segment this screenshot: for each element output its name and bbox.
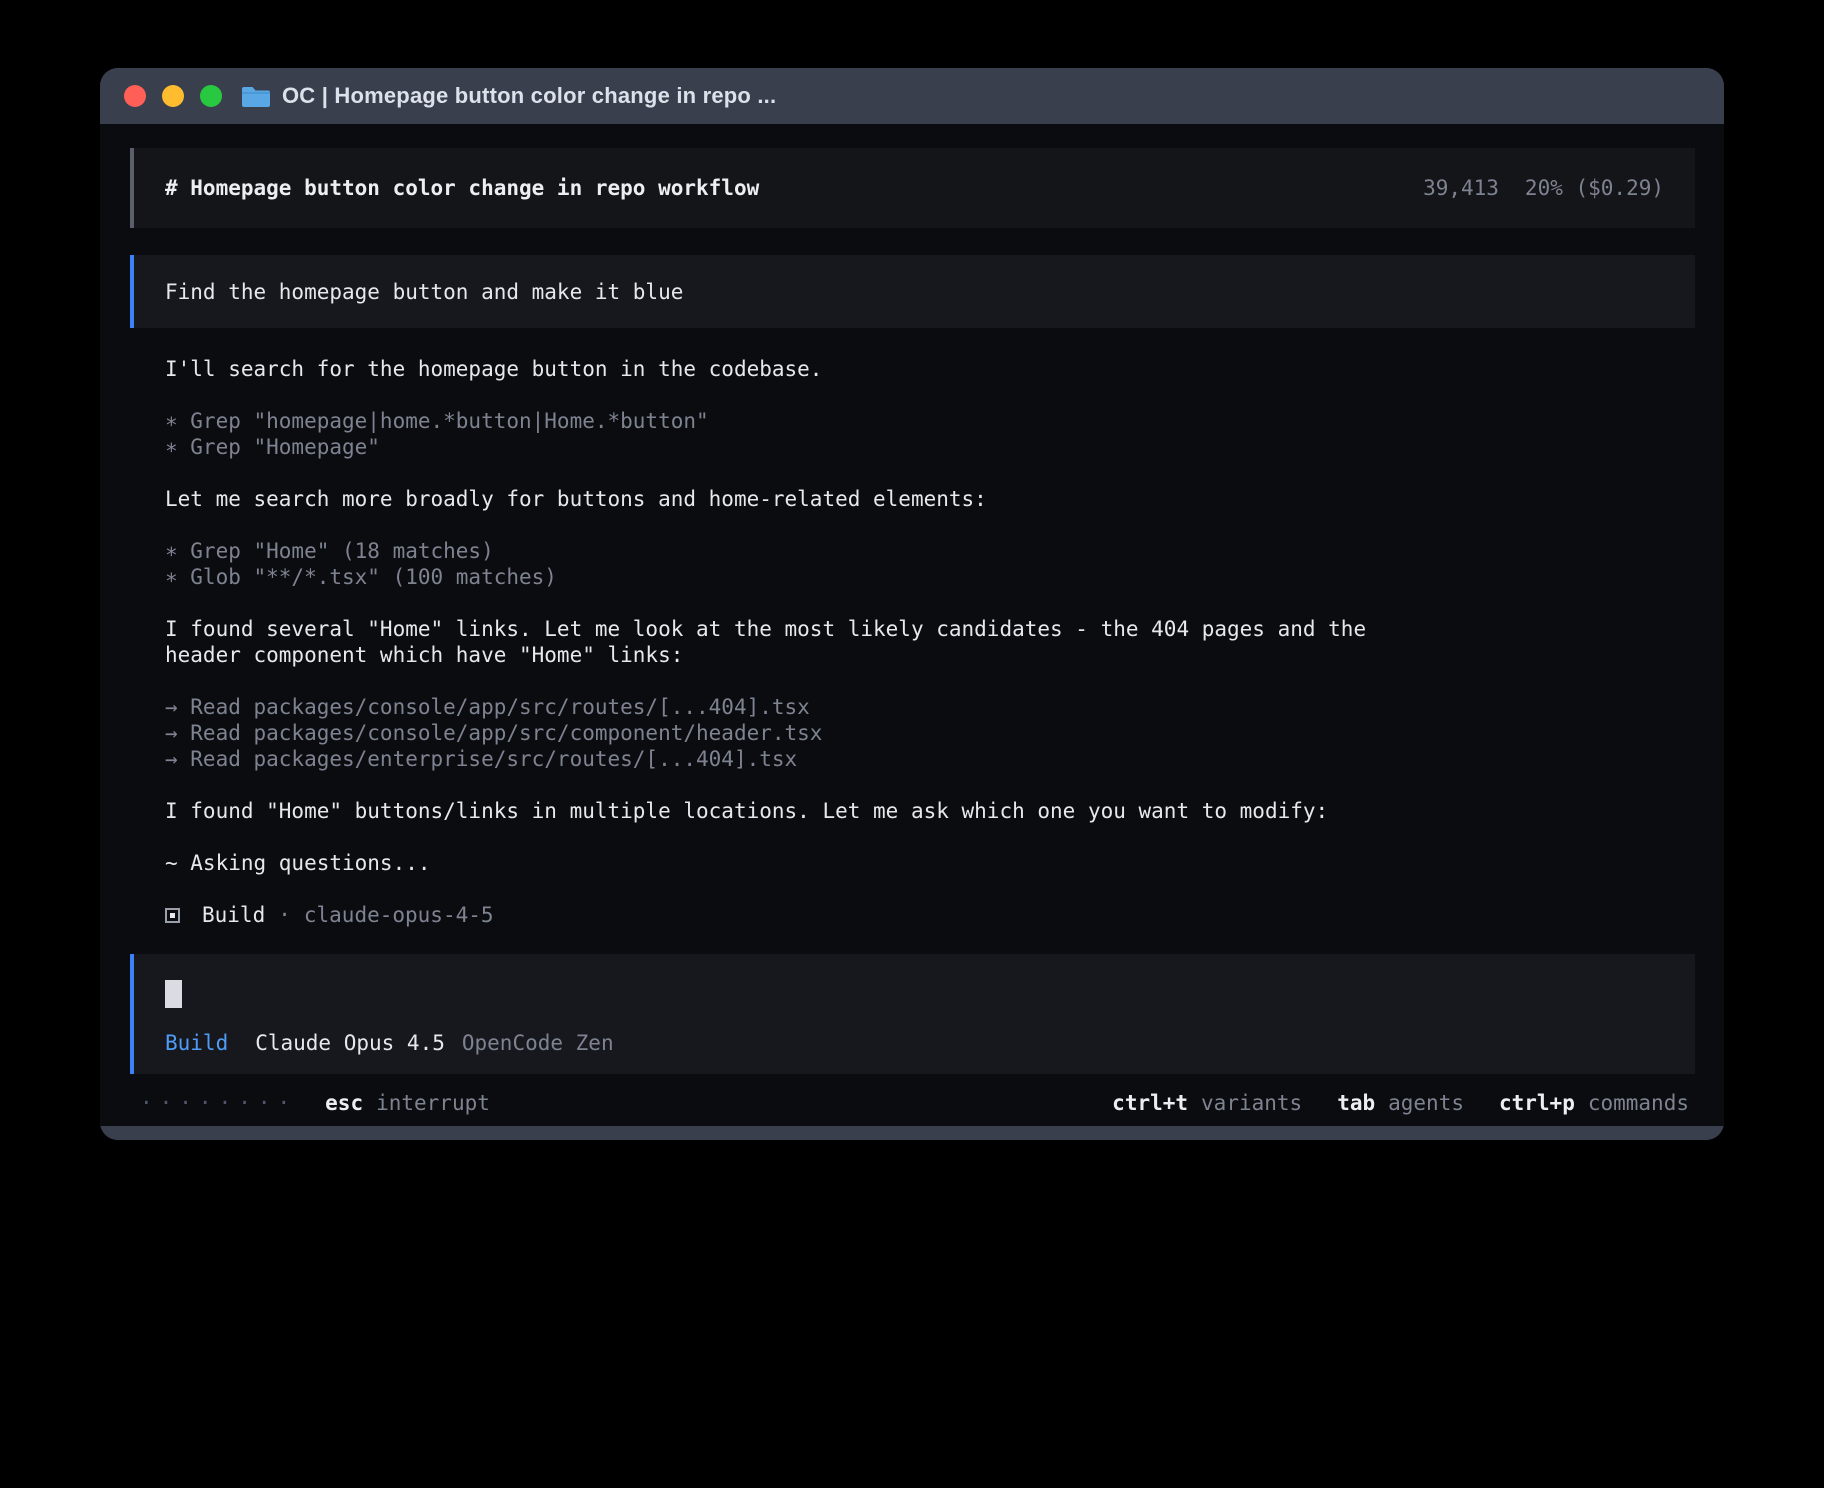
assistant-transcript: I'll search for the homepage button in t…	[165, 356, 1695, 928]
input-mode: Build	[165, 1031, 228, 1055]
terminal-content: # Homepage button color change in repo w…	[100, 124, 1724, 1126]
tool-call-read: → Read packages/console/app/src/componen…	[165, 720, 1695, 746]
minimize-button[interactable]	[162, 85, 184, 107]
tool-call-glob: ∗ Glob "**/*.tsx" (100 matches)	[165, 564, 1695, 590]
close-button[interactable]	[124, 85, 146, 107]
assistant-text: I found several "Home" links. Let me loo…	[165, 616, 1695, 668]
terminal-window: OC | Homepage button color change in rep…	[100, 68, 1724, 1140]
context-usage: 20% ($0.29)	[1525, 176, 1664, 200]
tool-call-read: → Read packages/enterprise/src/routes/[.…	[165, 746, 1695, 772]
tool-call-group: → Read packages/console/app/src/routes/[…	[165, 694, 1695, 772]
token-count: 39,413	[1423, 176, 1499, 200]
user-message-text: Find the homepage button and make it blu…	[165, 280, 683, 304]
user-message: Find the homepage button and make it blu…	[130, 255, 1695, 328]
assistant-text: I'll search for the homepage button in t…	[165, 356, 1695, 382]
progress-dots: ········	[140, 1091, 297, 1115]
maximize-button[interactable]	[200, 85, 222, 107]
prompt-input[interactable]: Build Claude Opus 4.5 OpenCode Zen	[130, 954, 1695, 1074]
shortcut-variants: ctrl+t variants	[1112, 1091, 1302, 1115]
agent-name: Build	[202, 902, 265, 928]
agent-badge: Build · claude-opus-4-5	[165, 902, 1695, 928]
status-bar: ········ esc interrupt ctrl+t variants t…	[140, 1091, 1689, 1115]
tool-call-grep: ∗ Grep "homepage|home.*button|Home.*butt…	[165, 408, 1695, 434]
esc-key-hint: esc	[325, 1091, 363, 1115]
assistant-status: ~ Asking questions...	[165, 850, 1695, 876]
agent-model: claude-opus-4-5	[304, 902, 494, 928]
window-title: OC | Homepage button color change in rep…	[282, 83, 776, 109]
text-cursor	[165, 980, 182, 1008]
input-meta: Build Claude Opus 4.5 OpenCode Zen	[165, 1031, 1664, 1055]
session-stats: 39,413 20% ($0.29)	[1423, 176, 1664, 200]
assistant-text: I found "Home" buttons/links in multiple…	[165, 798, 1695, 824]
input-provider: OpenCode Zen	[462, 1031, 614, 1055]
session-title: # Homepage button color change in repo w…	[165, 176, 759, 200]
input-model: Claude Opus 4.5	[255, 1031, 445, 1055]
window-bottom-edge	[100, 1126, 1724, 1140]
assistant-text: Let me search more broadly for buttons a…	[165, 486, 1695, 512]
tool-call-group: ∗ Grep "Home" (18 matches) ∗ Glob "**/*.…	[165, 538, 1695, 590]
window-titlebar: OC | Homepage button color change in rep…	[100, 68, 1724, 124]
shortcut-agents: tab agents	[1337, 1091, 1464, 1115]
tool-call-grep: ∗ Grep "Home" (18 matches)	[165, 538, 1695, 564]
status-right: ctrl+t variants tab agents ctrl+p comman…	[1077, 1091, 1689, 1115]
agent-icon	[165, 908, 180, 923]
shortcut-commands: ctrl+p commands	[1499, 1091, 1689, 1115]
tool-call-read: → Read packages/console/app/src/routes/[…	[165, 694, 1695, 720]
tool-call-group: ∗ Grep "homepage|home.*button|Home.*butt…	[165, 408, 1695, 460]
tool-call-grep: ∗ Grep "Homepage"	[165, 434, 1695, 460]
esc-key-label: interrupt	[376, 1091, 490, 1115]
separator-dot: ·	[278, 902, 291, 928]
traffic-lights	[124, 85, 222, 107]
folder-icon	[242, 84, 270, 108]
session-header: # Homepage button color change in repo w…	[130, 148, 1695, 228]
status-left: ········ esc interrupt	[140, 1091, 490, 1115]
